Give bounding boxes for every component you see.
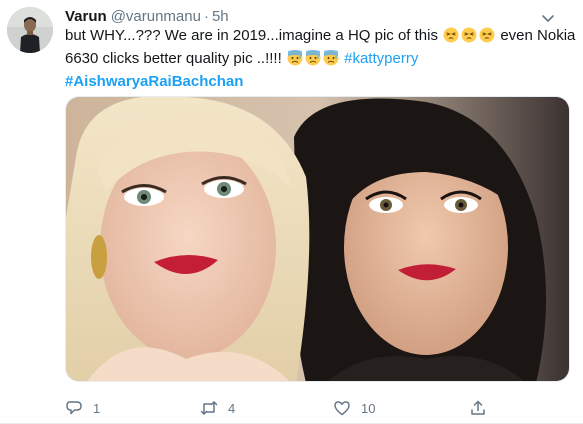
share-button[interactable] <box>469 397 487 419</box>
tired-face-icon <box>461 27 477 43</box>
author-name[interactable]: Varun <box>65 8 107 25</box>
tweet-header: Varun @varunmanu · 5h <box>65 8 570 26</box>
emoji-group-sweat <box>286 50 340 72</box>
reply-count: 1 <box>93 400 101 416</box>
sweat-face-icon <box>287 50 303 66</box>
tweet-text-line-3: #AishwaryaRaiBachchan <box>65 72 570 92</box>
tweet-text: but WHY...??? We are in 2019...imagine a… <box>65 26 575 92</box>
tweet-photo[interactable] <box>65 96 570 382</box>
tweet-text-segment: but WHY...??? We are in 2019...imagine a… <box>65 27 438 44</box>
tweet-text-segment: even Nokia <box>500 27 576 44</box>
tweet-timestamp[interactable]: 5h <box>212 8 229 25</box>
hashtag-link[interactable]: #kattyperry <box>344 50 418 67</box>
retweet-icon <box>200 401 218 415</box>
sweat-face-icon <box>323 50 339 66</box>
like-count: 10 <box>361 400 376 416</box>
retweet-button[interactable]: 4 <box>200 397 235 419</box>
tired-face-icon <box>443 27 459 43</box>
tweet-text-segment: 6630 clicks better quality pic ..!!!! <box>65 50 282 67</box>
tweet-text-line-1: but WHY...??? We are in 2019...imagine a… <box>65 26 575 49</box>
heart-icon <box>334 401 350 416</box>
tweet-actions: 1 4 10 <box>65 397 505 419</box>
author-handle[interactable]: @varunmanu <box>111 8 201 25</box>
photo-image <box>66 97 569 381</box>
tweet-text-line-2: 6630 clicks better quality pic ..!!!! #k… <box>65 49 570 72</box>
sweat-face-icon <box>305 50 321 66</box>
like-button[interactable]: 10 <box>333 397 375 419</box>
reply-button[interactable]: 1 <box>65 397 100 419</box>
emoji-group-tired <box>442 27 496 49</box>
hashtag-link[interactable]: #AishwaryaRaiBachchan <box>65 73 243 90</box>
share-icon <box>471 400 485 415</box>
tweet: Varun @varunmanu · 5h but WHY...??? We are … <box>0 0 583 424</box>
tired-face-icon <box>479 27 495 43</box>
separator-dot: · <box>203 8 209 25</box>
retweet-count: 4 <box>228 400 236 416</box>
reply-icon <box>66 401 82 415</box>
chevron-down-icon[interactable] <box>540 10 556 26</box>
avatar-image <box>7 7 53 53</box>
avatar[interactable] <box>7 7 53 53</box>
